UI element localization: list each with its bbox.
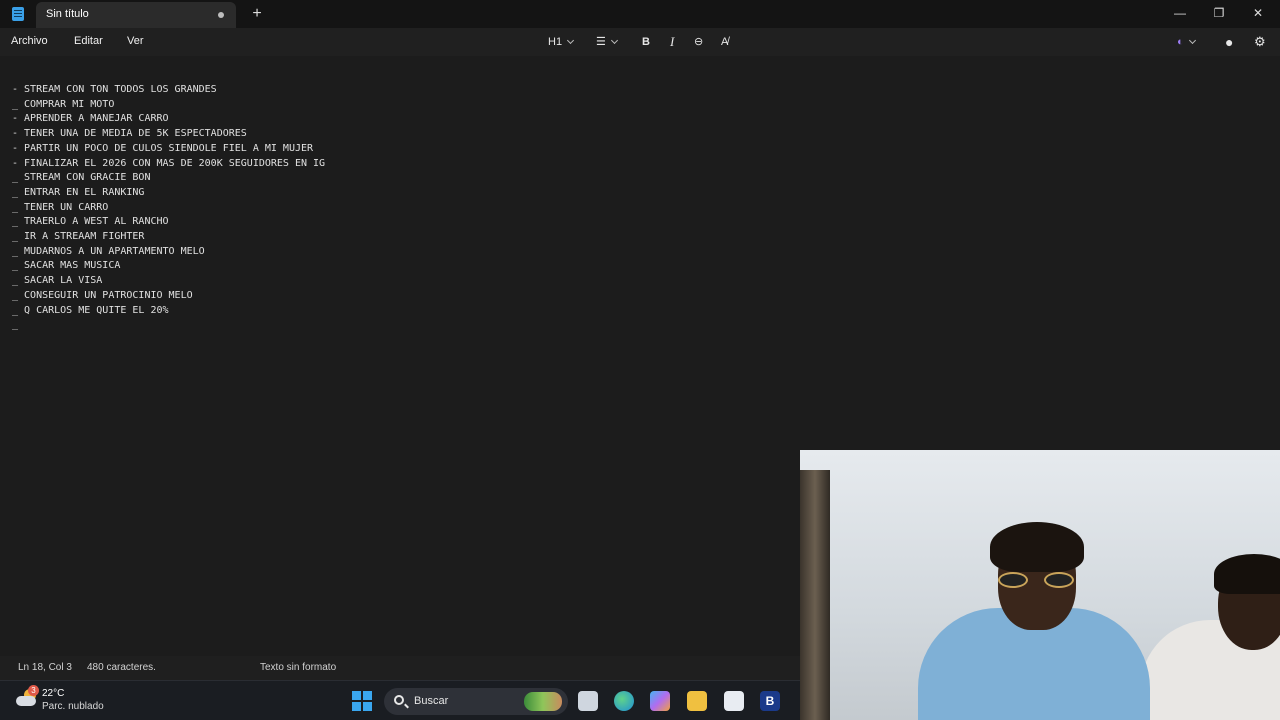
title-bar: Sin título + — ❐ ✕ <box>0 0 1280 28</box>
close-button[interactable]: ✕ <box>1238 0 1278 26</box>
document-line[interactable]: _ SACAR MAS MUSICA <box>12 259 325 274</box>
menu-archivo[interactable]: Archivo <box>11 35 48 47</box>
new-tab-button[interactable]: + <box>248 4 266 24</box>
settings-gear-icon[interactable]: ⚙ <box>1254 34 1266 50</box>
search-label: Buscar <box>414 695 449 707</box>
cursor-position: Ln 18, Col 3 <box>18 662 72 673</box>
weather-badge: 3 <box>28 685 39 696</box>
menu-ver[interactable]: Ver <box>127 35 144 47</box>
account-icon[interactable]: ● <box>1225 34 1233 50</box>
document-line[interactable]: - PARTIR UN POCO DE CULOS SIENDOLE FIEL … <box>12 142 325 157</box>
start-windows-icon[interactable] <box>352 691 372 711</box>
status-bar: Ln 18, Col 3 480 caracteres. Texto sin f… <box>0 656 800 680</box>
unsaved-dot-icon[interactable] <box>218 12 224 18</box>
chevron-down-icon <box>567 36 575 45</box>
webcam-overlay <box>800 450 1280 720</box>
sunglasses <box>998 572 1078 588</box>
chevron-down-icon <box>1188 36 1196 45</box>
list-dropdown[interactable]: ☰ <box>596 34 618 50</box>
document-text[interactable]: - STREAM CON TON TODOS LOS GRANDES _ COMP… <box>12 83 325 333</box>
tab-title: Sin título <box>46 8 89 20</box>
chevron-down-icon <box>610 36 618 45</box>
document-line[interactable]: _ Q CARLOS ME QUITE EL 20% <box>12 304 325 319</box>
document-line[interactable]: _ SACAR LA VISA <box>12 274 325 289</box>
person-1-hair <box>990 522 1084 572</box>
link-icon[interactable]: ⊖ <box>694 34 703 50</box>
document-line[interactable]: _ <box>12 318 325 333</box>
document-line[interactable]: _ IR A STREAAM FIGHTER <box>12 230 325 245</box>
document-line[interactable]: - STREAM CON TON TODOS LOS GRANDES <box>12 83 325 98</box>
menu-editar[interactable]: Editar <box>74 35 103 47</box>
document-line[interactable]: _ TRAERLO A WEST AL RANCHO <box>12 215 325 230</box>
person-2-hair <box>1214 554 1280 594</box>
heading-label: H1 <box>548 36 563 48</box>
document-line[interactable]: _ MUDARNOS A UN APARTAMENTO MELO <box>12 245 325 260</box>
webcam-chair <box>800 470 830 720</box>
text-format[interactable]: Texto sin formato <box>260 662 336 673</box>
italic-button[interactable]: I <box>670 34 674 50</box>
weather-condition[interactable]: Parc. nublado <box>42 701 104 712</box>
copilot-icon[interactable]: ◐ <box>1177 34 1196 50</box>
document-line[interactable]: _ STREAM CON GRACIE BON <box>12 171 325 186</box>
bold-button[interactable]: B <box>642 34 650 50</box>
document-line[interactable]: - APRENDER A MANEJAR CARRO <box>12 112 325 127</box>
clear-formatting-icon[interactable]: A̸ <box>721 34 728 50</box>
store-icon[interactable] <box>724 691 744 711</box>
search-icon <box>394 695 404 705</box>
edge-icon[interactable] <box>614 691 634 711</box>
document-line[interactable]: - FINALIZAR EL 2026 CON MAS DE 200K SEGU… <box>12 157 325 172</box>
copilot-app-icon[interactable] <box>650 691 670 711</box>
document-line[interactable]: _ TENER UN CARRO <box>12 201 325 216</box>
heading-dropdown[interactable]: H1 <box>548 34 575 50</box>
b-app-icon[interactable]: B <box>760 691 780 711</box>
menu-bar: Archivo Editar Ver H1 ☰ B I ⊖ A̸ ◐ ● ⚙ <box>0 28 1280 56</box>
document-tab[interactable]: Sin título <box>36 2 236 28</box>
folder-icon[interactable] <box>687 691 707 711</box>
taskbar-search[interactable]: Buscar <box>384 688 568 715</box>
character-count: 480 caracteres. <box>87 662 156 673</box>
document-line[interactable]: - TENER UNA DE MEDIA DE 5K ESPECTADORES <box>12 127 325 142</box>
notepad-icon <box>12 7 24 21</box>
file-explorer-icon[interactable] <box>578 691 598 711</box>
document-line[interactable]: _ COMPRAR MI MOTO <box>12 98 325 113</box>
maximize-button[interactable]: ❐ <box>1199 0 1239 26</box>
weather-temperature[interactable]: 22°C <box>42 688 64 699</box>
minimize-button[interactable]: — <box>1160 0 1200 26</box>
list-icon: ☰ <box>596 36 606 48</box>
document-line[interactable]: _ ENTRAR EN EL RANKING <box>12 186 325 201</box>
document-line[interactable]: _ CONSEGUIR UN PATROCINIO MELO <box>12 289 325 304</box>
search-highlight-icon <box>524 692 562 711</box>
